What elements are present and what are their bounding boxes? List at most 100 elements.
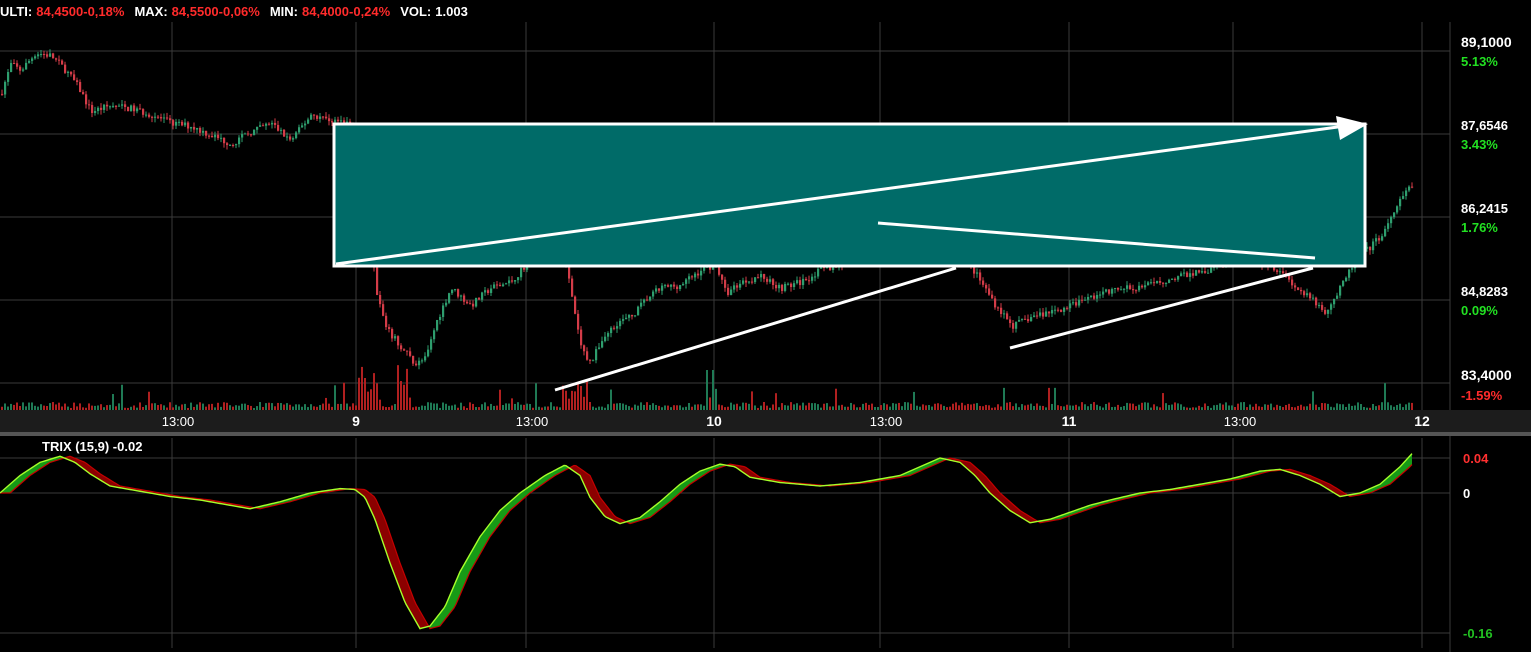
candle	[1159, 276, 1162, 286]
candle	[997, 306, 1000, 312]
volume-bar	[1123, 406, 1125, 410]
volume-bar	[718, 404, 720, 410]
volume-bar	[184, 403, 186, 410]
candle	[586, 347, 589, 361]
volume-bar	[892, 403, 894, 410]
volume-bar	[1342, 404, 1344, 410]
volume-bar	[1285, 404, 1287, 410]
volume-bar	[1336, 403, 1338, 410]
candle	[1204, 267, 1207, 274]
candle	[1117, 287, 1120, 292]
candle	[1009, 316, 1012, 328]
volume-bar	[787, 405, 789, 410]
candle	[1348, 268, 1351, 281]
volume-bar	[1384, 383, 1386, 410]
volume-bar	[301, 406, 303, 410]
candle	[160, 113, 163, 122]
volume-bar	[637, 405, 639, 410]
volume-bar	[913, 391, 915, 410]
volume-bar	[1333, 407, 1335, 410]
volume-bar	[367, 391, 369, 410]
candle	[154, 112, 157, 123]
volume-bar	[841, 404, 843, 410]
candle	[481, 291, 484, 303]
volume-bar	[622, 403, 624, 410]
volume-bar	[514, 403, 516, 410]
candle	[298, 124, 301, 134]
volume-bar	[1276, 404, 1278, 410]
candle	[403, 348, 406, 351]
volume-bar	[844, 406, 846, 410]
x-tick-label: 10	[706, 413, 722, 429]
candle	[1057, 307, 1060, 313]
candle	[307, 117, 310, 125]
candle	[82, 89, 85, 95]
volume-bar	[1051, 403, 1053, 410]
volume-bar	[784, 405, 786, 410]
volume-bar	[1018, 407, 1020, 410]
volume-bar	[490, 403, 492, 410]
volume-bar	[544, 406, 546, 410]
candle	[1102, 287, 1105, 298]
candle	[1084, 296, 1087, 301]
volume-bar	[1387, 402, 1389, 410]
volume-bar	[295, 404, 297, 410]
candle	[661, 283, 664, 295]
volume-bar	[1069, 405, 1071, 410]
candle	[778, 282, 781, 293]
volume-bar	[475, 407, 477, 410]
candle	[793, 280, 796, 291]
candle	[196, 127, 199, 134]
candle	[1180, 271, 1183, 277]
candle	[1003, 309, 1006, 319]
price-chart[interactable]: 13:00 9 13:00 10 13:00 11 13:00 12 89,10…	[0, 0, 1531, 652]
volume-bar	[277, 402, 279, 410]
support-line-1	[554, 266, 957, 392]
candle	[1120, 285, 1123, 291]
volume-bar	[1117, 404, 1119, 410]
volume-bar	[355, 405, 357, 410]
volume-bar	[643, 404, 645, 410]
volume-bar	[1378, 405, 1380, 410]
volume-bar	[343, 382, 345, 410]
candle	[193, 122, 196, 133]
candle	[328, 114, 331, 126]
volume-bar	[976, 403, 978, 410]
volume-bar	[538, 406, 540, 410]
volume-bar	[700, 404, 702, 410]
y-price-label: 84,8283	[1461, 284, 1508, 299]
candle	[184, 118, 187, 127]
volume-bar	[1129, 403, 1131, 410]
y-pct-label: 3.43%	[1461, 137, 1498, 152]
candle	[1132, 284, 1135, 294]
volume-bar	[823, 403, 825, 410]
y-price-label: 87,6546	[1461, 118, 1508, 133]
candle	[211, 131, 214, 138]
volume-bar	[304, 404, 306, 410]
candle	[505, 282, 508, 285]
volume-bar	[520, 404, 522, 410]
candle	[781, 283, 784, 294]
volume-bar	[991, 407, 993, 410]
candle	[85, 91, 88, 109]
volume-bar	[685, 406, 687, 410]
volume-bar	[1192, 407, 1194, 410]
candle	[631, 314, 634, 320]
volume-bar	[1096, 404, 1098, 410]
volume-bar	[433, 403, 435, 410]
candle	[736, 283, 739, 292]
volume-bar	[1084, 404, 1086, 410]
candle	[1096, 291, 1099, 303]
volume-bar	[178, 406, 180, 410]
volume-bar	[157, 405, 159, 410]
volume-bar	[610, 389, 612, 410]
volume-bar	[391, 405, 393, 410]
volume-bar	[871, 403, 873, 410]
volume-bar	[397, 365, 399, 410]
candle	[1324, 307, 1327, 316]
volume-bar	[754, 405, 756, 410]
candle	[691, 275, 694, 280]
volume-bar	[1045, 407, 1047, 410]
volume-bar	[208, 404, 210, 410]
volume-bar	[1090, 403, 1092, 410]
